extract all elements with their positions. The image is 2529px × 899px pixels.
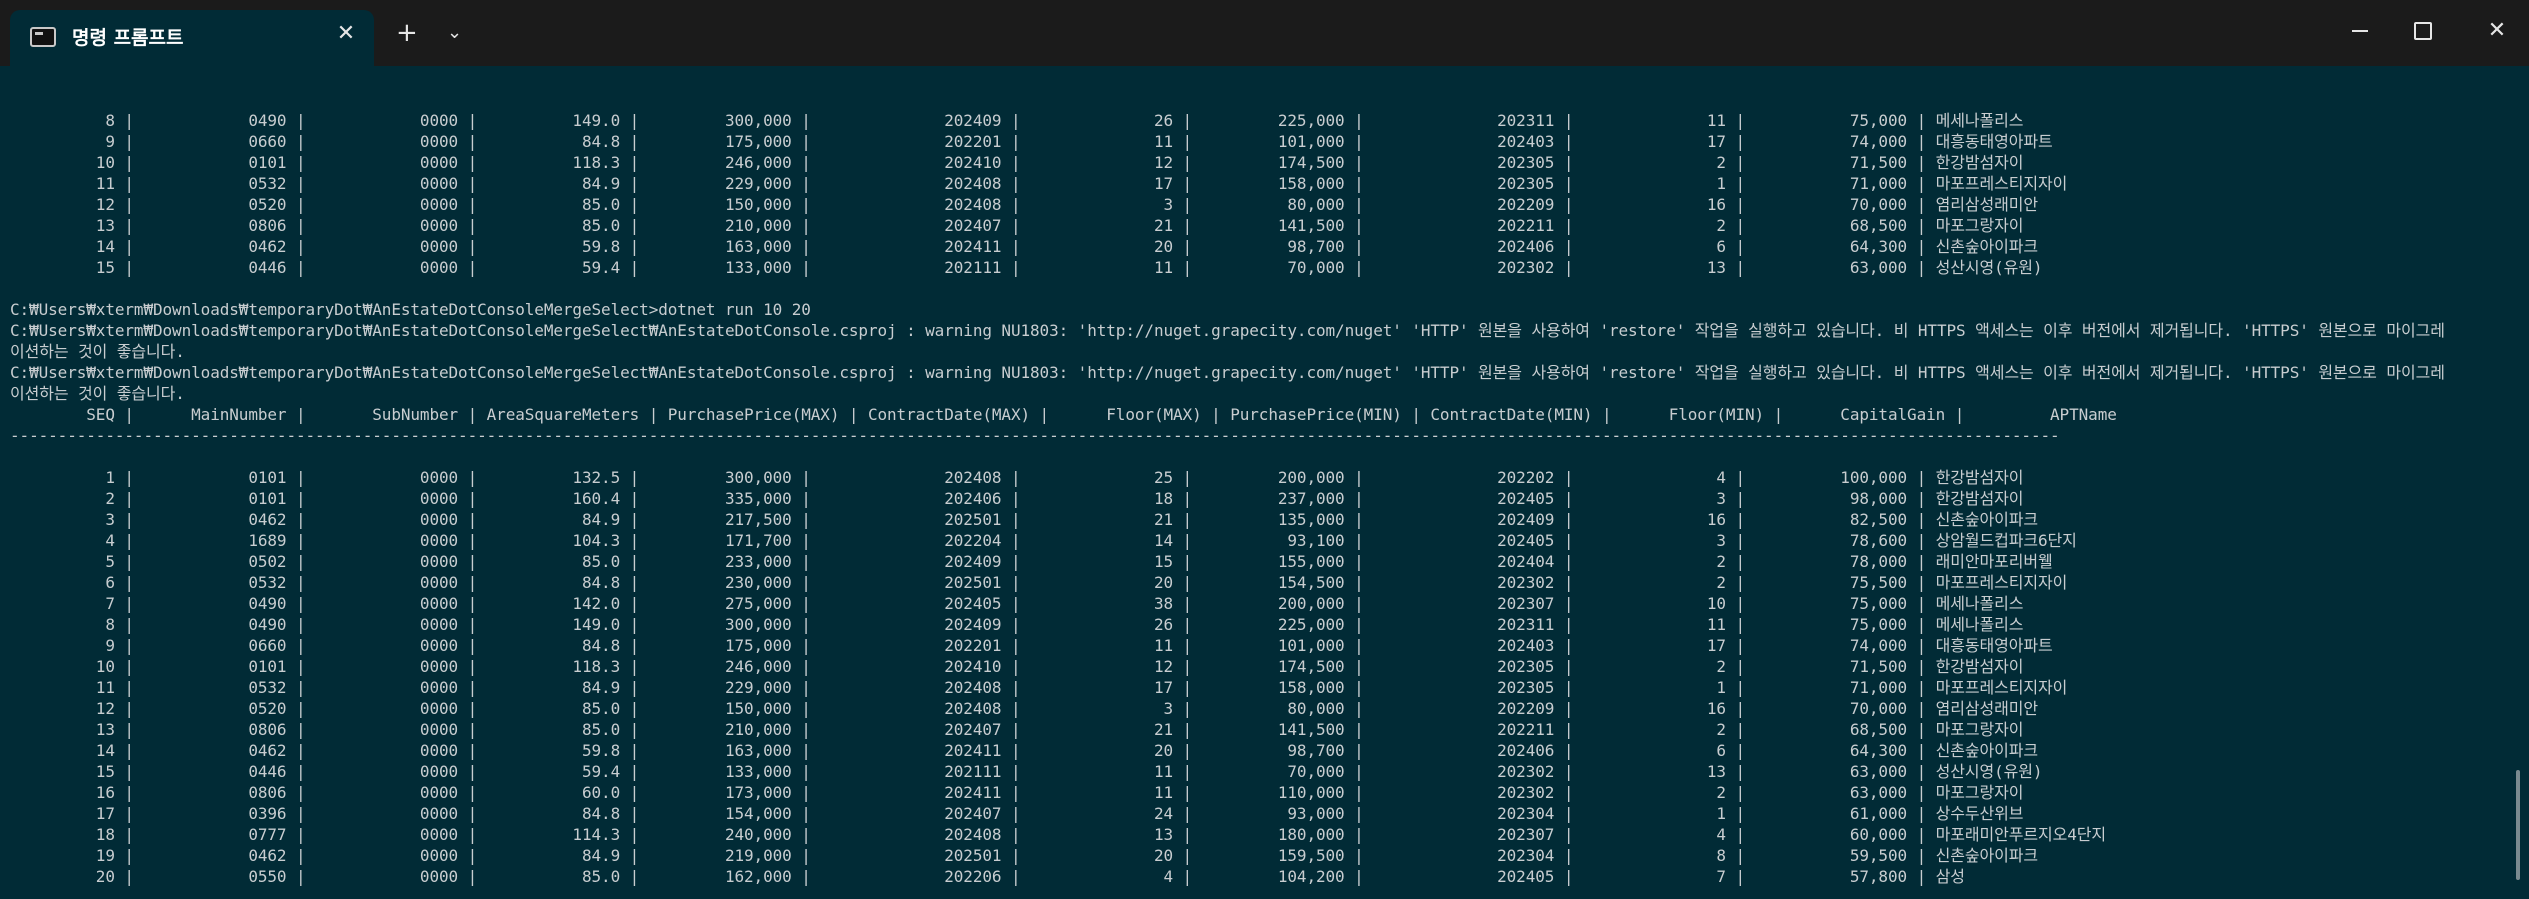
terminal-line: 9 | 0660 | 0000 | 84.8 | 175,000 | 20220… bbox=[10, 636, 2053, 655]
terminal-line: 5 | 0502 | 0000 | 85.0 | 233,000 | 20240… bbox=[10, 552, 2053, 571]
close-window-button[interactable]: ✕ bbox=[2477, 16, 2517, 46]
terminal-line: C:₩Users₩xterm₩Downloads₩temporaryDot₩An… bbox=[10, 321, 2445, 340]
terminal-line: 10 | 0101 | 0000 | 118.3 | 246,000 | 202… bbox=[10, 657, 2024, 676]
terminal-line: C:₩Users₩xterm₩Downloads₩temporaryDot₩An… bbox=[10, 300, 811, 319]
terminal-icon bbox=[30, 27, 56, 47]
terminal-line: SEQ | MainNumber | SubNumber | AreaSquar… bbox=[10, 405, 2117, 424]
scrollbar[interactable] bbox=[2516, 770, 2520, 880]
terminal-line: 11 | 0532 | 0000 | 84.9 | 229,000 | 2024… bbox=[10, 678, 2068, 697]
maximize-icon bbox=[2414, 22, 2432, 40]
terminal-line: 이션하는 것이 좋습니다. bbox=[10, 384, 185, 403]
terminal-line: 20 | 0550 | 0000 | 85.0 | 162,000 | 2022… bbox=[10, 867, 1965, 886]
terminal-line: 이션하는 것이 좋습니다. bbox=[10, 342, 185, 361]
terminal-line: 13 | 0806 | 0000 | 85.0 | 210,000 | 2024… bbox=[10, 720, 2024, 739]
terminal-line: 8 | 0490 | 0000 | 149.0 | 300,000 | 2024… bbox=[10, 111, 2024, 130]
terminal-line: 13 | 0806 | 0000 | 85.0 | 210,000 | 2024… bbox=[10, 216, 2024, 235]
terminal-line: 12 | 0520 | 0000 | 85.0 | 150,000 | 2024… bbox=[10, 195, 2038, 214]
terminal-line: 18 | 0777 | 0000 | 114.3 | 240,000 | 202… bbox=[10, 825, 2106, 844]
terminal-line: 1 | 0101 | 0000 | 132.5 | 300,000 | 2024… bbox=[10, 468, 2024, 487]
terminal-line: 2 | 0101 | 0000 | 160.4 | 335,000 | 2024… bbox=[10, 489, 2024, 508]
terminal-line: ----------------------------------------… bbox=[10, 426, 2060, 445]
tab-command-prompt[interactable]: 명령 프롬프트 ✕ bbox=[10, 10, 374, 66]
close-tab-icon[interactable]: ✕ bbox=[332, 20, 360, 48]
terminal-line: 3 | 0462 | 0000 | 84.9 | 217,500 | 20250… bbox=[10, 510, 2038, 529]
minimize-icon bbox=[2352, 30, 2368, 32]
terminal-line: 14 | 0462 | 0000 | 59.8 | 163,000 | 2024… bbox=[10, 237, 2038, 256]
terminal-line: 4 | 1689 | 0000 | 104.3 | 171,700 | 2022… bbox=[10, 531, 2077, 550]
tab-title: 명령 프롬프트 bbox=[72, 27, 184, 49]
terminal-line: 12 | 0520 | 0000 | 85.0 | 150,000 | 2024… bbox=[10, 699, 2038, 718]
terminal-line: 14 | 0462 | 0000 | 59.8 | 163,000 | 2024… bbox=[10, 741, 2038, 760]
terminal-line: 15 | 0446 | 0000 | 59.4 | 133,000 | 2021… bbox=[10, 762, 2043, 781]
terminal-line: 10 | 0101 | 0000 | 118.3 | 246,000 | 202… bbox=[10, 153, 2024, 172]
title-bar: 명령 프롬프트 ✕ + ⌄ ✕ bbox=[0, 0, 2529, 66]
terminal-line: 9 | 0660 | 0000 | 84.8 | 175,000 | 20220… bbox=[10, 132, 2053, 151]
terminal-line: 11 | 0532 | 0000 | 84.9 | 229,000 | 2024… bbox=[10, 174, 2068, 193]
terminal-line: 6 | 0532 | 0000 | 84.8 | 230,000 | 20250… bbox=[10, 573, 2068, 592]
terminal-line: 8 | 0490 | 0000 | 149.0 | 300,000 | 2024… bbox=[10, 615, 2024, 634]
terminal-line: 19 | 0462 | 0000 | 84.9 | 219,000 | 2025… bbox=[10, 846, 2038, 865]
terminal-line: 15 | 0446 | 0000 | 59.4 | 133,000 | 2021… bbox=[10, 258, 2043, 277]
maximize-button[interactable] bbox=[2403, 16, 2443, 46]
terminal-line: 17 | 0396 | 0000 | 84.8 | 154,000 | 2024… bbox=[10, 804, 2024, 823]
new-tab-button[interactable]: + bbox=[396, 18, 418, 48]
terminal-line: 16 | 0806 | 0000 | 60.0 | 173,000 | 2024… bbox=[10, 783, 2024, 802]
terminal-line: 7 | 0490 | 0000 | 142.0 | 275,000 | 2024… bbox=[10, 594, 2024, 613]
terminal-line: C:₩Users₩xterm₩Downloads₩temporaryDot₩An… bbox=[10, 363, 2445, 382]
terminal-window: 명령 프롬프트 ✕ + ⌄ ✕ 8 | 0490 | 0000 | 149.0 … bbox=[0, 0, 2529, 899]
chevron-down-icon[interactable]: ⌄ bbox=[447, 20, 462, 46]
terminal-output[interactable]: 8 | 0490 | 0000 | 149.0 | 300,000 | 2024… bbox=[10, 68, 2490, 896]
minimize-button[interactable] bbox=[2340, 16, 2380, 46]
